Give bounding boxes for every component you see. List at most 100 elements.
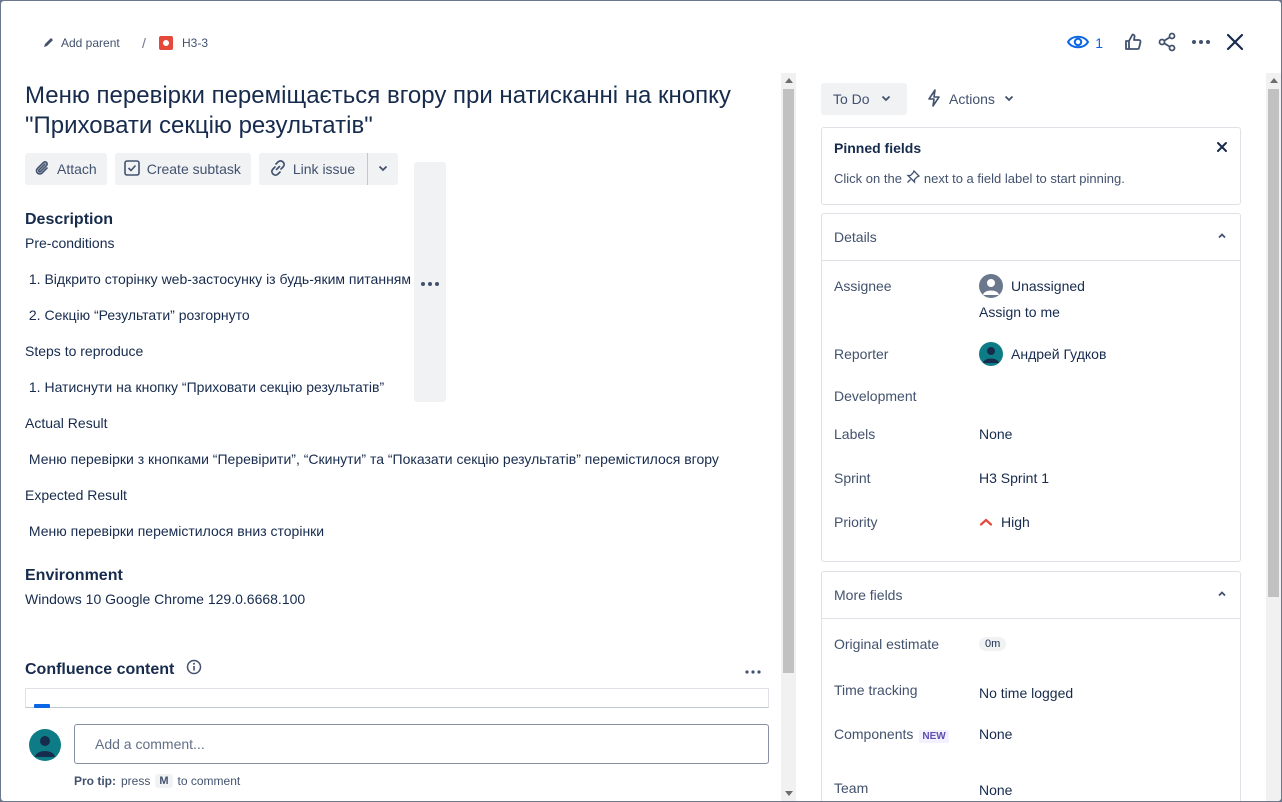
more-fields-heading: More fields	[834, 587, 903, 603]
issue-title[interactable]: Меню перевірки переміщається вгору при н…	[25, 81, 765, 141]
pinned-fields-heading: Pinned fields	[834, 140, 922, 156]
close-button[interactable]	[1225, 32, 1245, 55]
confluence-heading: Confluence content	[25, 660, 175, 678]
components-row: Components NEW None	[822, 726, 1240, 744]
scrollbar-thumb[interactable]	[783, 89, 794, 673]
issue-toolbar: Attach Create subtask Link issue	[25, 153, 771, 402]
sprint-row: Sprint H3 Sprint 1	[822, 470, 1240, 488]
details-header[interactable]: Details	[822, 214, 1240, 261]
close-icon	[1225, 32, 1245, 55]
pinned-fields-panel: Pinned fields Click on the next to a fie…	[821, 127, 1241, 205]
environment-heading: Environment	[25, 567, 123, 584]
status-label: To Do	[833, 91, 870, 107]
description-line: 1. Натиснути на кнопку “Приховати секцію…	[25, 379, 385, 395]
more-horizontal-icon	[420, 274, 440, 290]
time-tracking-value[interactable]: No time logged	[979, 685, 1073, 701]
modal-header: Add parent / H3-3 1	[1, 1, 1281, 73]
description-line: Steps to reproduce	[25, 343, 144, 359]
link-issue-button[interactable]: Link issue	[259, 153, 367, 185]
assignee-name: Unassigned	[1011, 278, 1085, 294]
scrollbar-thumb[interactable]	[1268, 89, 1279, 597]
subtask-icon	[123, 159, 141, 180]
description-line: 1. Відкрито сторінку web-застосунку із б…	[25, 271, 412, 287]
priority-name: High	[1001, 514, 1030, 530]
pinned-hint-before: Click on the	[834, 171, 902, 186]
time-tracking-label: Time tracking	[834, 682, 918, 698]
team-value[interactable]: None	[979, 781, 1012, 798]
description-line: Pre-conditions	[25, 235, 115, 251]
status-dropdown[interactable]: To Do	[821, 83, 907, 115]
original-estimate-chip: 0m	[979, 636, 1007, 651]
components-value[interactable]: None	[979, 724, 1012, 744]
chevron-up-icon	[1216, 587, 1228, 603]
priority-row: Priority High	[822, 514, 1240, 532]
more-horizontal-icon	[1191, 32, 1211, 55]
priority-value[interactable]: High	[979, 512, 1030, 532]
add-parent-link[interactable]: Add parent	[43, 35, 120, 51]
eye-icon	[1067, 34, 1090, 53]
toolbar-more-button[interactable]	[414, 162, 447, 402]
description-body[interactable]: Pre-conditions 1. Відкрито сторінку web-…	[25, 233, 771, 557]
issue-modal: Add parent / H3-3 1 Меню перевірки перем…	[1, 1, 1281, 801]
scroll-up-arrow[interactable]	[1270, 78, 1278, 83]
protip-rest: to comment	[177, 774, 241, 788]
header-actions: 1	[1067, 29, 1245, 57]
chevron-up-icon	[1216, 229, 1228, 245]
sprint-value[interactable]: H3 Sprint 1	[979, 468, 1049, 488]
issue-key-link[interactable]: H3-3	[159, 35, 208, 51]
link-issue-dropdown[interactable]	[368, 153, 398, 185]
reporter-label: Reporter	[834, 346, 889, 362]
thumbs-up-icon	[1123, 32, 1143, 55]
main-scrollbar[interactable]	[781, 73, 796, 801]
comment-input[interactable]: Add a comment...	[74, 724, 769, 764]
sidebar-scrollbar[interactable]	[1266, 73, 1281, 801]
info-icon[interactable]	[186, 659, 202, 680]
watch-count: 1	[1095, 35, 1103, 51]
environment-value[interactable]: Windows 10 Google Chrome 129.0.6668.100	[25, 591, 771, 607]
assignee-value[interactable]: Unassigned	[979, 272, 1085, 300]
sprint-label: Sprint	[834, 470, 871, 486]
labels-value[interactable]: None	[979, 424, 1012, 444]
like-button[interactable]	[1123, 32, 1143, 55]
details-heading: Details	[834, 229, 877, 245]
protip-key: M	[155, 774, 173, 788]
original-estimate-value[interactable]: 0m	[979, 633, 1007, 654]
more-fields-header[interactable]: More fields	[822, 572, 1240, 619]
development-label: Development	[834, 388, 917, 404]
watch-button[interactable]: 1	[1067, 34, 1103, 53]
attach-label: Attach	[57, 161, 97, 177]
pin-icon	[906, 169, 921, 187]
link-icon	[269, 159, 287, 180]
reporter-value[interactable]: Андрей Гудков	[979, 340, 1106, 368]
issue-main-content: Меню перевірки переміщається вгору при н…	[25, 73, 771, 801]
assignee-row: Assignee Unassigned	[822, 272, 1240, 300]
comment-protip: Pro tip: press M to comment	[74, 774, 240, 788]
more-actions-button[interactable]	[1191, 32, 1211, 55]
scroll-up-arrow[interactable]	[785, 78, 793, 83]
description-line: Expected Result	[25, 487, 127, 503]
avatar	[979, 342, 1003, 366]
assign-to-me-row: Assign to me	[822, 301, 1240, 323]
description-heading: Description	[25, 211, 114, 228]
share-icon	[1157, 32, 1177, 55]
pencil-icon	[43, 36, 55, 51]
scroll-down-arrow[interactable]	[785, 791, 793, 796]
attach-button[interactable]: Attach	[25, 153, 107, 185]
actions-dropdown[interactable]: Actions	[919, 83, 1023, 115]
create-subtask-button[interactable]: Create subtask	[114, 153, 251, 185]
protip-press: press	[121, 774, 151, 788]
team-label: Team	[834, 780, 869, 796]
create-subtask-label: Create subtask	[146, 161, 241, 177]
confluence-more-button[interactable]	[745, 661, 761, 679]
labels-label: Labels	[834, 426, 876, 442]
reporter-name: Андрей Гудков	[1011, 346, 1107, 362]
more-fields-panel: More fields Original estimate 0m Time tr…	[821, 571, 1241, 801]
lightning-icon	[927, 88, 941, 110]
chevron-down-icon	[377, 161, 389, 177]
original-estimate-row: Original estimate 0m	[822, 636, 1240, 654]
assign-to-me-link[interactable]: Assign to me	[979, 301, 1060, 323]
share-button[interactable]	[1157, 32, 1177, 55]
avatar	[29, 729, 61, 761]
close-pinned-button[interactable]	[1216, 140, 1228, 158]
paperclip-icon	[33, 159, 51, 180]
